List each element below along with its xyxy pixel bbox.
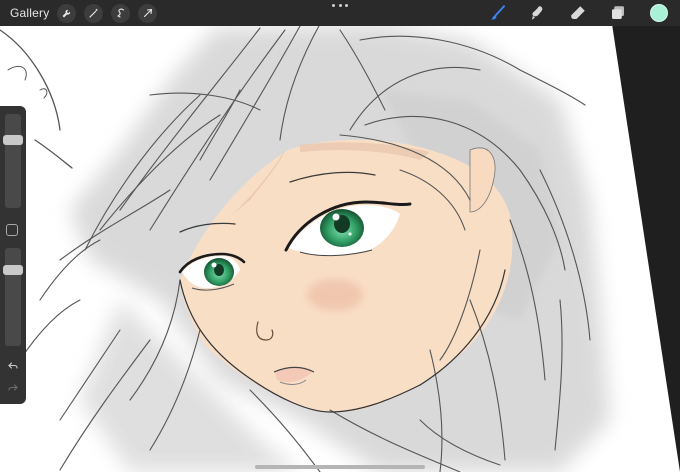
color-picker-swatch[interactable] xyxy=(650,4,668,22)
blush xyxy=(307,279,363,311)
more-options-icon[interactable] xyxy=(332,4,348,10)
arrow-cursor-icon xyxy=(143,8,152,18)
sidebar xyxy=(0,106,26,404)
brush-size-slider[interactable] xyxy=(3,114,23,208)
selection-button[interactable] xyxy=(111,3,131,23)
opacity-handle[interactable] xyxy=(3,265,23,276)
smudge-icon xyxy=(532,6,543,20)
undo-button[interactable] xyxy=(5,358,21,374)
actions-button[interactable] xyxy=(57,3,77,23)
erase-button[interactable] xyxy=(568,3,588,23)
brush-size-handle[interactable] xyxy=(3,135,23,145)
wrench-icon xyxy=(62,9,71,18)
top-toolbar: Gallery xyxy=(0,0,680,26)
redo-button[interactable] xyxy=(5,380,21,396)
drawing-canvas[interactable] xyxy=(0,0,680,472)
procreate-app: Gallery xyxy=(0,0,680,472)
smudge-button[interactable] xyxy=(528,3,548,23)
transform-button[interactable] xyxy=(138,3,158,23)
layers-icon xyxy=(612,6,624,19)
magic-wand-icon xyxy=(89,8,98,18)
opacity-slider[interactable] xyxy=(3,248,23,346)
brush-icon xyxy=(491,5,505,20)
modify-button[interactable] xyxy=(6,224,18,236)
layers-button[interactable] xyxy=(608,3,628,23)
paint-button[interactable] xyxy=(488,3,508,23)
undo-icon xyxy=(8,362,18,369)
adjustments-button[interactable] xyxy=(84,3,104,23)
right-tools xyxy=(468,3,668,23)
home-indicator xyxy=(255,465,425,469)
gallery-button[interactable]: Gallery xyxy=(10,6,49,20)
eraser-icon xyxy=(571,6,585,19)
redo-icon xyxy=(8,384,18,391)
selection-icon xyxy=(117,8,124,18)
